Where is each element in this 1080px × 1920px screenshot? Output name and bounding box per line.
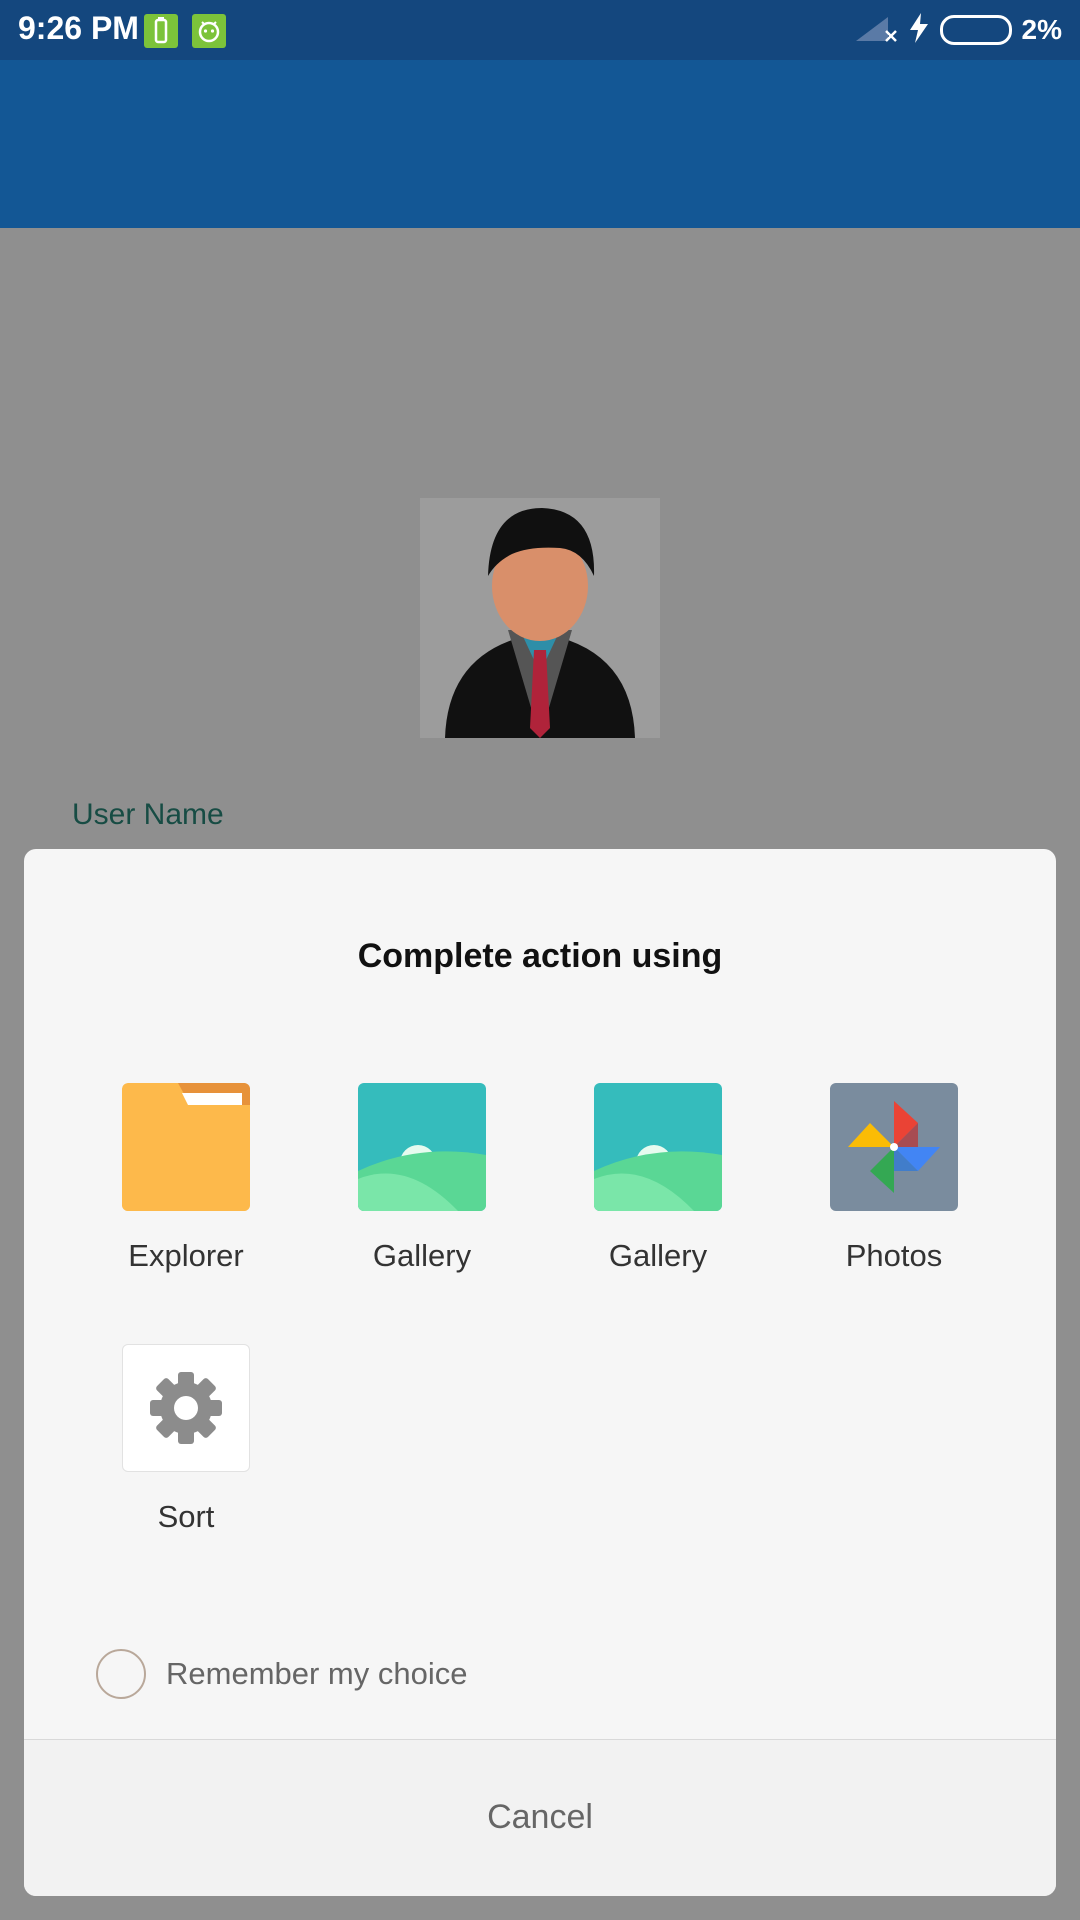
app-option-sort[interactable]: Sort bbox=[68, 1344, 304, 1574]
profile-avatar[interactable] bbox=[420, 498, 660, 738]
remember-label: Remember my choice bbox=[166, 1656, 468, 1691]
app-option-gallery[interactable]: Gallery bbox=[304, 1083, 540, 1313]
battery-icon bbox=[939, 15, 1012, 45]
gallery-icon bbox=[594, 1083, 722, 1211]
charging-icon bbox=[908, 12, 930, 49]
app-bar bbox=[0, 60, 1080, 228]
app-label: Gallery bbox=[372, 1238, 472, 1273]
remember-choice-option[interactable]: Remember my choice bbox=[96, 1649, 467, 1699]
app-label: Photos bbox=[845, 1238, 943, 1273]
folder-icon bbox=[122, 1083, 250, 1211]
gallery-icon bbox=[358, 1083, 486, 1211]
app-label: Sort bbox=[157, 1499, 215, 1534]
status-time: 9:26 PM bbox=[18, 10, 139, 46]
app-label: Explorer bbox=[128, 1238, 244, 1273]
app-option-gallery[interactable]: Gallery bbox=[540, 1083, 776, 1313]
cancel-button[interactable]: Cancel bbox=[24, 1740, 1056, 1896]
username-label: User Name bbox=[72, 798, 224, 831]
android-icon bbox=[192, 14, 226, 48]
battery-saver-icon bbox=[144, 14, 178, 48]
pinwheel-icon bbox=[830, 1083, 958, 1211]
battery-percentage: 2% bbox=[1021, 14, 1062, 45]
dialog-title: Complete action using bbox=[357, 937, 723, 975]
cancel-label: Cancel bbox=[487, 1798, 593, 1836]
status-bar: 9:26 PM 2% bbox=[0, 0, 1080, 60]
app-option-explorer[interactable]: Explorer bbox=[68, 1083, 304, 1313]
app-label: Gallery bbox=[608, 1238, 708, 1273]
signal-icon bbox=[854, 13, 898, 48]
gear-icon bbox=[122, 1344, 250, 1472]
person-icon bbox=[420, 498, 660, 738]
status-right: 2% bbox=[854, 10, 1062, 50]
remember-radio[interactable] bbox=[96, 1649, 146, 1699]
chooser-dialog: Complete action using Explorer Gallery G… bbox=[24, 849, 1056, 1896]
app-option-photos[interactable]: Photos bbox=[776, 1083, 1012, 1313]
